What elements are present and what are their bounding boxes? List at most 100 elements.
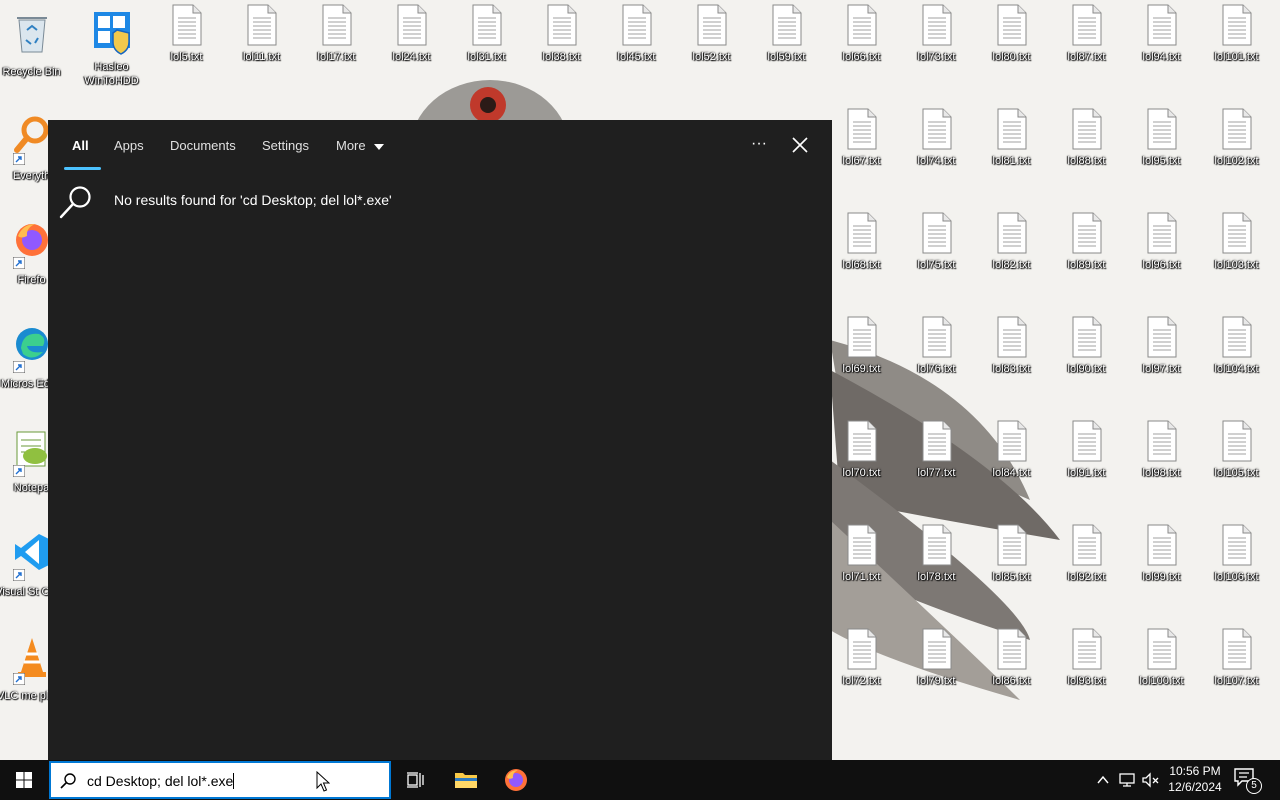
- desktop-file-icon[interactable]: lol83.txt: [974, 316, 1049, 420]
- desktop-file-icon[interactable]: lol67.txt: [824, 108, 899, 212]
- desktop-file-icon[interactable]: lol97.txt: [1124, 316, 1199, 420]
- desktop-file-label: lol78.txt: [917, 571, 956, 583]
- text-document-icon: [1222, 212, 1251, 254]
- windows-start-icon[interactable]: [0, 760, 48, 800]
- desktop-file-icon[interactable]: lol81.txt: [974, 108, 1049, 212]
- desktop-file-icon[interactable]: lol38.txt: [524, 4, 599, 108]
- desktop-file-icon[interactable]: lol52.txt: [674, 4, 749, 108]
- desktop-file-icon[interactable]: lol84.txt: [974, 420, 1049, 524]
- desktop-file-icon[interactable]: lol96.txt: [1124, 212, 1199, 316]
- desktop-file-icon[interactable]: lol78.txt: [899, 524, 974, 628]
- desktop-file-icon[interactable]: lol89.txt: [1049, 212, 1124, 316]
- desktop-file-icon[interactable]: lol101.txt: [1199, 4, 1274, 108]
- desktop-file-label: lol86.txt: [992, 675, 1031, 687]
- firefox-icon: [505, 769, 527, 791]
- desktop-file-label: lol102.txt: [1214, 155, 1259, 167]
- taskbar-task-view[interactable]: [392, 760, 440, 800]
- search-input[interactable]: cd Desktop; del lol*.exe: [87, 772, 235, 791]
- text-document-icon: [847, 108, 876, 150]
- desktop-file-icon[interactable]: lol95.txt: [1124, 108, 1199, 212]
- desktop-file-icon[interactable]: lol69.txt: [824, 316, 899, 420]
- desktop-file-icon[interactable]: lol45.txt: [599, 4, 674, 108]
- desktop-file-icon[interactable]: lol99.txt: [1124, 524, 1199, 628]
- desktop-file-icon[interactable]: lol31.txt: [449, 4, 524, 108]
- desktop-file-icon[interactable]: lol77.txt: [899, 420, 974, 524]
- desktop-file-icon[interactable]: lol88.txt: [1049, 108, 1124, 212]
- desktop-file-icon[interactable]: lol86.txt: [974, 628, 1049, 732]
- desktop-file-icon[interactable]: lol68.txt: [824, 212, 899, 316]
- desktop-file-icon[interactable]: lol24.txt: [374, 4, 449, 108]
- text-document-icon: [1147, 316, 1176, 358]
- text-document-icon: [997, 316, 1026, 358]
- desktop-file-icon[interactable]: lol105.txt: [1199, 420, 1274, 524]
- chevron-up-icon[interactable]: [1095, 772, 1111, 788]
- text-document-icon: [1222, 4, 1251, 46]
- desktop-icon-recycle-bin[interactable]: Recycle Bin: [0, 4, 69, 108]
- desktop-icon-label: Recycle Bin: [2, 66, 61, 78]
- text-document-icon: [1147, 524, 1176, 566]
- desktop-file-icon[interactable]: lol80.txt: [974, 4, 1049, 108]
- desktop-file-label: lol17.txt: [317, 51, 356, 63]
- active-tab-indicator: [64, 167, 101, 170]
- desktop-file-icon[interactable]: lol17.txt: [299, 4, 374, 108]
- shortcut-arrow-icon: [12, 361, 25, 373]
- text-document-icon: [472, 4, 501, 46]
- tab-apps[interactable]: Apps: [114, 134, 144, 158]
- desktop-file-icon[interactable]: lol59.txt: [749, 4, 824, 108]
- text-document-icon: [1222, 316, 1251, 358]
- desktop-file-icon[interactable]: lol102.txt: [1199, 108, 1274, 212]
- desktop-file-label: lol96.txt: [1142, 259, 1181, 271]
- system-clock[interactable]: 10:56 PM 12/6/2024: [1166, 763, 1224, 797]
- text-document-icon: [1222, 420, 1251, 462]
- desktop-file-icon[interactable]: lol79.txt: [899, 628, 974, 732]
- desktop-file-icon[interactable]: lol91.txt: [1049, 420, 1124, 524]
- desktop-icon-glyph: [12, 108, 51, 165]
- text-document-icon: [622, 4, 651, 46]
- desktop-file-icon[interactable]: lol72.txt: [824, 628, 899, 732]
- desktop-file-icon[interactable]: lol5.txt: [149, 4, 224, 108]
- volume-muted-icon[interactable]: [1141, 770, 1161, 790]
- action-center-button[interactable]: 5: [1232, 766, 1262, 794]
- tab-more[interactable]: More: [336, 134, 384, 158]
- network-icon[interactable]: [1117, 770, 1137, 790]
- desktop-file-icon[interactable]: lol70.txt: [824, 420, 899, 524]
- desktop-icon-hasleo[interactable]: Hasleo WinToHDD: [74, 4, 149, 108]
- desktop-file-icon[interactable]: lol82.txt: [974, 212, 1049, 316]
- tab-documents[interactable]: Documents: [170, 134, 236, 158]
- desktop-file-icon[interactable]: lol104.txt: [1199, 316, 1274, 420]
- desktop-file-icon[interactable]: lol98.txt: [1124, 420, 1199, 524]
- taskbar-firefox[interactable]: [492, 760, 540, 800]
- desktop-file-icon[interactable]: lol87.txt: [1049, 4, 1124, 108]
- text-document-icon: [997, 4, 1026, 46]
- desktop-file-icon[interactable]: lol11.txt: [224, 4, 299, 108]
- taskbar-search-box[interactable]: cd Desktop; del lol*.exe: [49, 761, 391, 799]
- desktop-file-label: lol88.txt: [1067, 155, 1106, 167]
- desktop-file-icon[interactable]: lol92.txt: [1049, 524, 1124, 628]
- text-document-icon: [847, 212, 876, 254]
- desktop-file-icon[interactable]: lol106.txt: [1199, 524, 1274, 628]
- desktop-file-icon[interactable]: lol90.txt: [1049, 316, 1124, 420]
- desktop-file-icon[interactable]: lol100.txt: [1124, 628, 1199, 732]
- desktop-file-label: lol67.txt: [842, 155, 881, 167]
- desktop-file-icon[interactable]: lol93.txt: [1049, 628, 1124, 732]
- tab-all[interactable]: All: [72, 134, 89, 158]
- desktop-file-icon[interactable]: lol66.txt: [824, 4, 899, 108]
- more-options-button[interactable]: ···: [748, 132, 770, 156]
- desktop-file-icon[interactable]: lol103.txt: [1199, 212, 1274, 316]
- text-document-icon: [1072, 108, 1101, 150]
- taskbar-file-explorer[interactable]: [442, 760, 490, 800]
- desktop-file-label: lol101.txt: [1214, 51, 1259, 63]
- shortcut-arrow-icon: [12, 569, 25, 581]
- desktop-file-icon[interactable]: lol76.txt: [899, 316, 974, 420]
- shortcut-arrow-icon: [12, 673, 25, 685]
- desktop-file-icon[interactable]: lol71.txt: [824, 524, 899, 628]
- desktop-file-icon[interactable]: lol74.txt: [899, 108, 974, 212]
- desktop-file-icon[interactable]: lol73.txt: [899, 4, 974, 108]
- desktop-file-icon[interactable]: lol75.txt: [899, 212, 974, 316]
- desktop-file-icon[interactable]: lol107.txt: [1199, 628, 1274, 732]
- text-document-icon: [847, 524, 876, 566]
- tab-settings[interactable]: Settings: [262, 134, 309, 158]
- desktop-file-icon[interactable]: lol85.txt: [974, 524, 1049, 628]
- desktop-file-icon[interactable]: lol94.txt: [1124, 4, 1199, 108]
- close-icon[interactable]: [788, 134, 812, 156]
